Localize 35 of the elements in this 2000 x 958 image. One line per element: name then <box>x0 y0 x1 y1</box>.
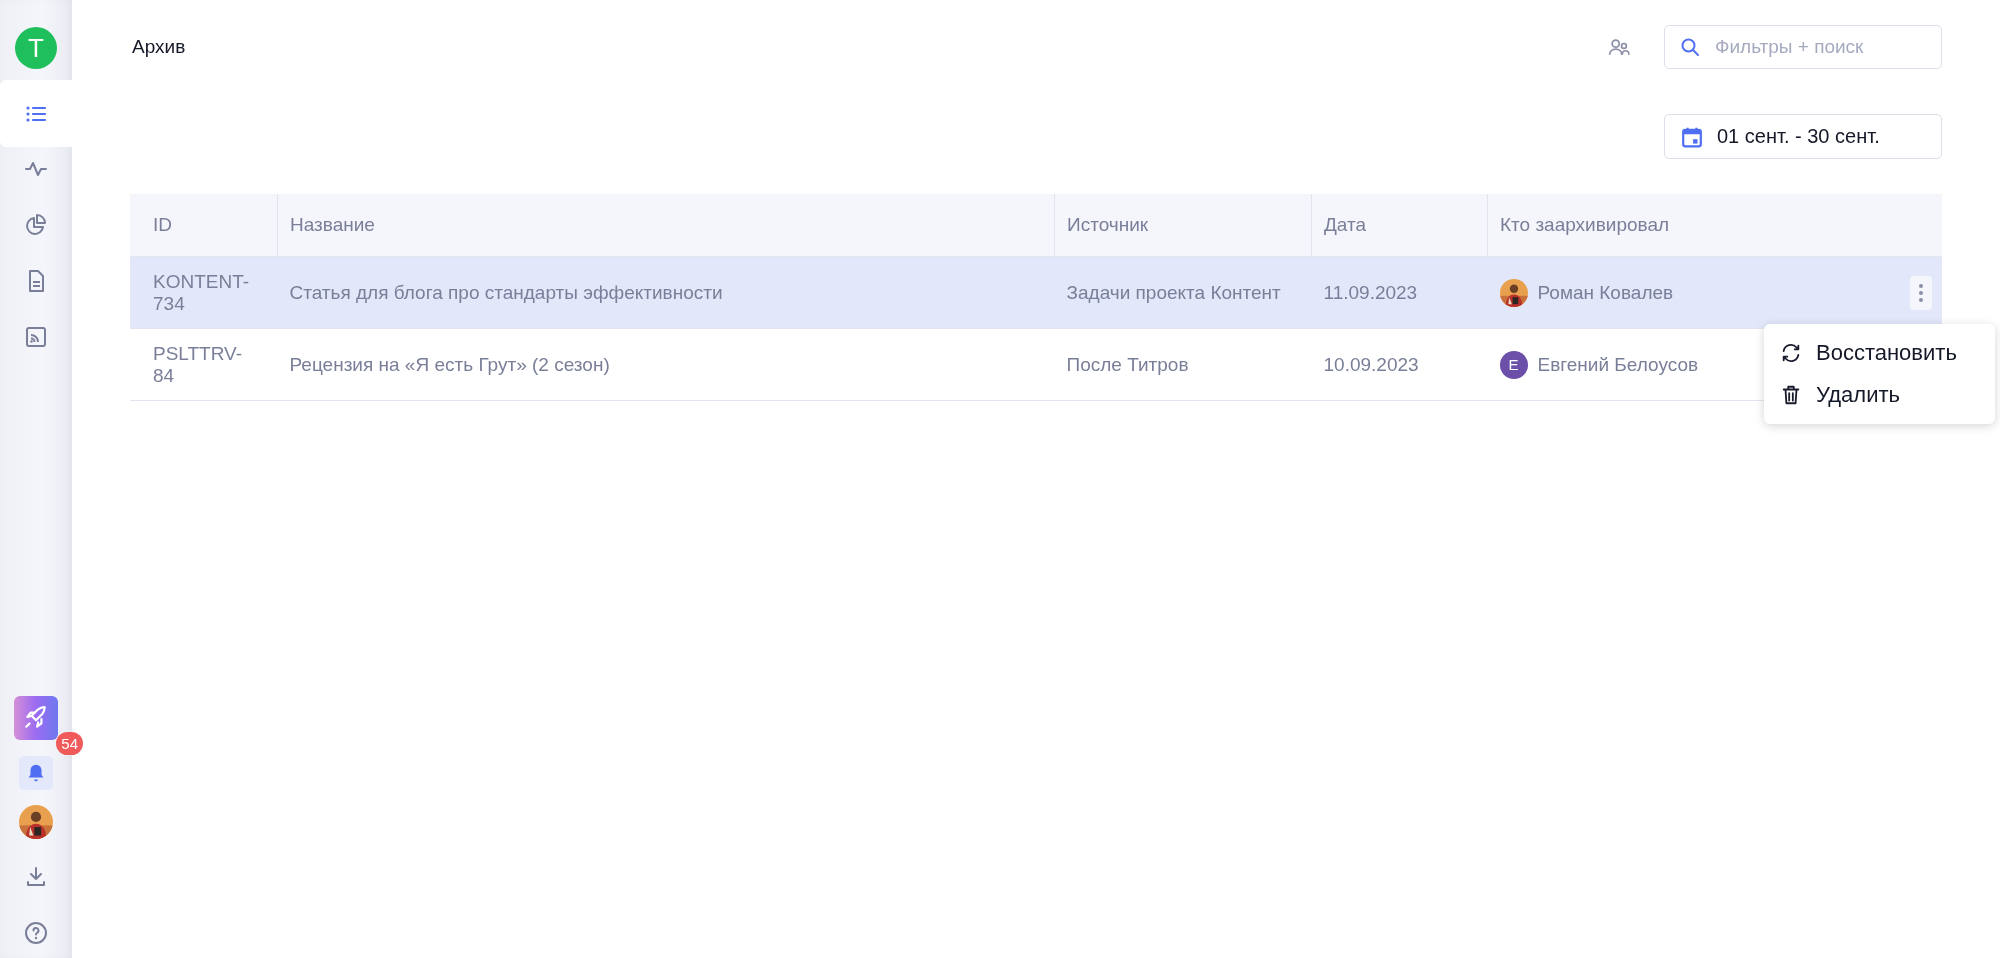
notifications-button[interactable] <box>19 756 53 790</box>
table-cell: Рецензия на «Я есть Грут» (2 сезон) <box>277 328 1055 401</box>
table-cell: Задачи проекта Контент <box>1054 256 1312 329</box>
date-range-button[interactable]: 01 сент. - 30 сент. <box>1664 114 1942 159</box>
more-icon <box>1917 282 1925 303</box>
table-cell-text: KONTENT-734 <box>153 270 251 315</box>
download-icon <box>24 865 48 889</box>
help-icon <box>24 921 48 945</box>
table-cell: После Титров <box>1054 328 1312 401</box>
page-title: Архив <box>131 36 186 58</box>
search-icon <box>1680 37 1700 57</box>
column-header: Название <box>277 194 1055 257</box>
table-cell-text: PSLTTRV-84 <box>153 342 244 387</box>
column-header: ID <box>130 194 278 257</box>
column-header: Кто заархивировал <box>1487 194 1942 257</box>
notification-badge: 54 <box>56 732 83 755</box>
rocket-icon <box>23 705 49 731</box>
table-cell: 10.09.2023 <box>1311 328 1488 401</box>
table-cell: Статья для блога про стандарты эффективности <box>277 256 1055 329</box>
feed-icon <box>24 325 48 349</box>
nav-item[interactable] <box>0 80 72 147</box>
trash-icon <box>1780 384 1802 406</box>
users-icon[interactable] <box>1608 38 1630 56</box>
user-name: Евгений Белоусов <box>1537 353 1699 376</box>
column-header: Дата <box>1311 194 1488 257</box>
more-button[interactable] <box>1910 275 1932 310</box>
refresh-icon <box>1780 342 1802 364</box>
table-cell: 11.09.2023 <box>1311 256 1488 329</box>
column-header: Источник <box>1054 194 1312 257</box>
user-avatar: E <box>1499 350 1528 379</box>
calendar-icon <box>1681 125 1703 148</box>
search-field[interactable]: Фильтры + поиск <box>1664 25 1942 69</box>
launch-button[interactable] <box>14 696 58 740</box>
user-name: Роман Ковалев <box>1537 281 1674 304</box>
pie-chart-icon <box>24 213 48 237</box>
